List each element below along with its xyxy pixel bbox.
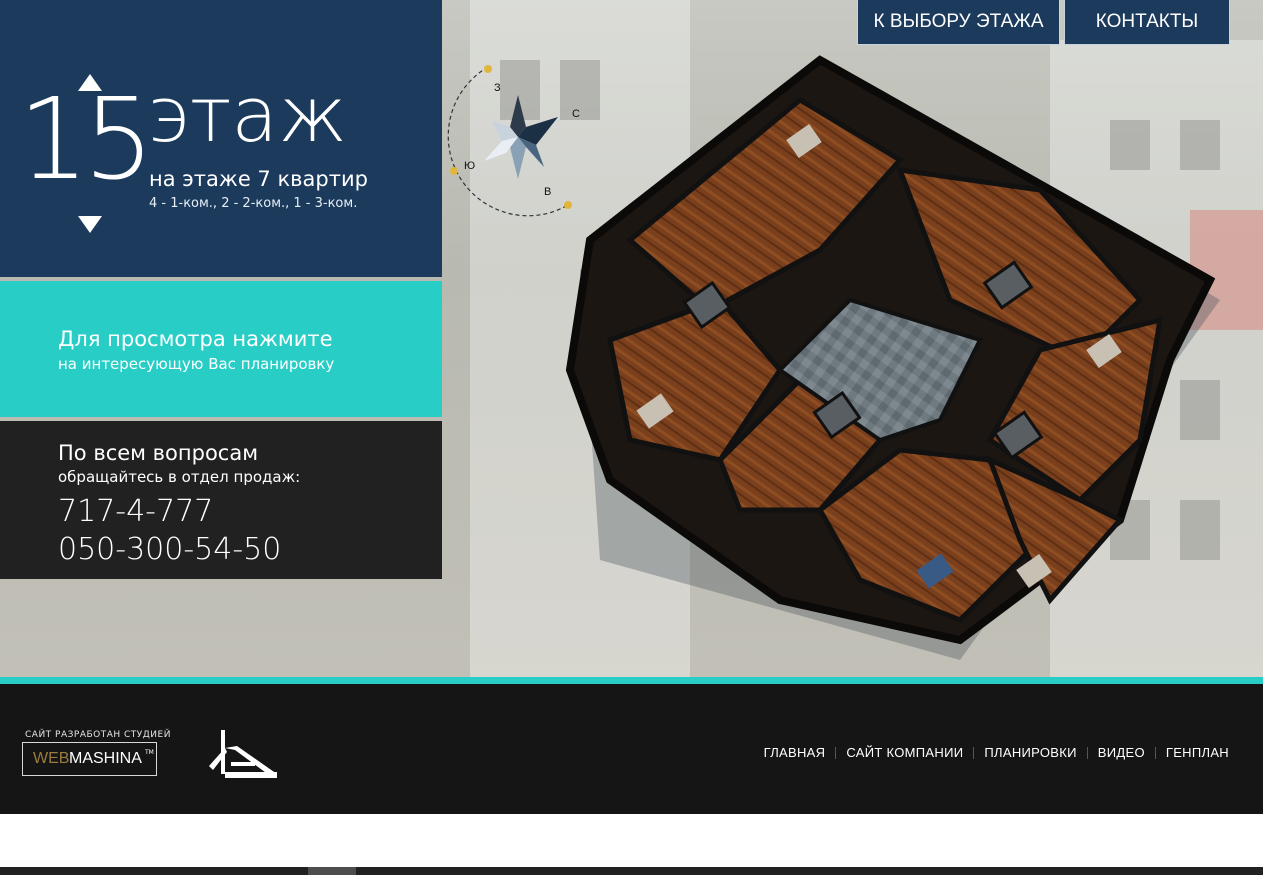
footer-link-company[interactable]: САЙТ КОМПАНИИ [846, 745, 963, 760]
footer-link-home[interactable]: ГЛАВНАЯ [764, 745, 826, 760]
footer-link-plans[interactable]: ПЛАНИРОВКИ [984, 745, 1076, 760]
floor-info-panel: 15 этаж на этаже 7 квартир 4 - 1-ком., 2… [0, 0, 442, 277]
contact-title: По всем вопросам [58, 441, 259, 465]
floor-label: этаж [148, 70, 348, 159]
compass-label-south: Ю [464, 160, 475, 172]
phone-number[interactable]: 050-300-54-50 [58, 531, 281, 569]
nav-separator [1086, 746, 1088, 759]
footer-link-masterplan[interactable]: ГЕНПЛАН [1166, 745, 1229, 760]
footer-link-video[interactable]: ВИДЕО [1098, 745, 1145, 760]
nav-separator [835, 746, 837, 759]
floor-select-button[interactable]: К ВЫБОРУ ЭТАЖА [857, 0, 1060, 45]
sun-icon [484, 65, 492, 73]
apartments-breakdown: 4 - 1-ком., 2 - 2-ком., 1 - 3-ком. [149, 196, 358, 211]
bottom-bar [0, 867, 1263, 875]
contacts-button[interactable]: КОНТАКТЫ [1064, 0, 1230, 45]
nav-separator [1154, 746, 1156, 759]
footer-nav: ГЛАВНАЯ САЙТ КОМПАНИИ ПЛАНИРОВКИ ВИДЕО Г… [764, 745, 1229, 760]
studio-caption: САЙТ РАЗРАБОТАН СТУДИЕЙ [25, 730, 171, 740]
compass-label-west: З [494, 82, 501, 94]
studio-logo-tm: TM [145, 749, 154, 756]
phone-number[interactable]: 717-4-777 [58, 493, 213, 531]
nav-separator [973, 746, 975, 759]
apartments-count: на этаже 7 квартир [149, 167, 368, 191]
sales-contact-panel: По всем вопросам обращайтесь в отдел про… [0, 421, 442, 579]
footer-accent-line [0, 677, 1263, 684]
footer: САЙТ РАЗРАБОТАН СТУДИЕЙ WEB MASHINA TM Г… [0, 684, 1263, 814]
bottom-bar-tab[interactable] [308, 867, 356, 875]
floor-down-icon[interactable] [78, 216, 102, 233]
hint-panel: Для просмотра нажмите на интересующую Ва… [0, 281, 442, 417]
studio-logo-web: WEB [33, 750, 70, 767]
floor-plan-image [565, 55, 1220, 660]
floor-number: 15 [18, 75, 154, 205]
sun-icon [450, 167, 458, 175]
hint-subtitle: на интересующую Вас планировку [58, 355, 335, 373]
contact-subtitle: обращайтесь в отдел продаж: [58, 468, 301, 486]
company-logo-icon[interactable] [207, 728, 279, 780]
hint-title: Для просмотра нажмите [58, 327, 333, 351]
studio-logo-mashina: MASHINA [69, 750, 142, 767]
studio-logo-link[interactable]: WEB MASHINA TM [22, 742, 157, 776]
